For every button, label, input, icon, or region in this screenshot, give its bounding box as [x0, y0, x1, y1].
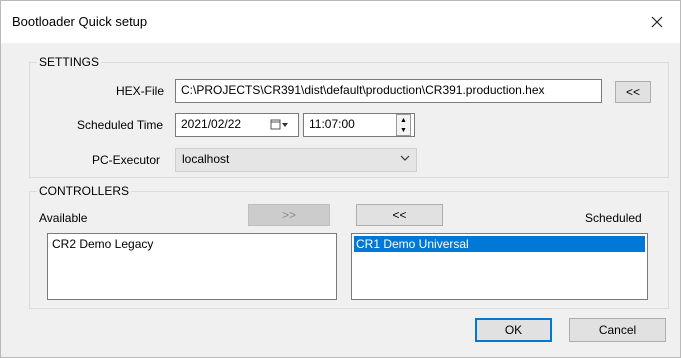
- time-spinner[interactable]: ▲ ▼: [396, 114, 411, 136]
- window-title: Bootloader Quick setup: [12, 14, 148, 29]
- list-item[interactable]: CR2 Demo Legacy: [50, 236, 334, 252]
- browse-hex-button[interactable]: <<: [615, 81, 651, 103]
- hex-file-label: HEX-File: [116, 84, 165, 98]
- scheduled-time-label: Scheduled Time: [77, 118, 164, 132]
- scheduled-list[interactable]: CR1 Demo Universal: [351, 233, 648, 300]
- ok-button[interactable]: OK: [475, 318, 552, 342]
- calendar-dropdown-button[interactable]: [267, 115, 293, 135]
- controllers-group-label: CONTROLLERS: [37, 184, 132, 198]
- calendar-icon: [270, 119, 288, 130]
- hex-file-input[interactable]: C:\PROJECTS\CR391\dist\default\productio…: [175, 79, 602, 103]
- date-value: 2021/02/22: [181, 117, 242, 131]
- pc-executor-select[interactable]: localhost: [175, 148, 417, 172]
- pc-executor-label: PC-Executor: [92, 153, 161, 167]
- title-bar[interactable]: Bootloader Quick setup: [1, 1, 680, 43]
- close-button[interactable]: [634, 1, 680, 43]
- available-label: Available: [39, 211, 88, 225]
- dialog-window: Bootloader Quick setup SETTINGS HEX-File…: [0, 0, 681, 358]
- time-value: 11:07:00: [309, 117, 355, 131]
- settings-group-label: SETTINGS: [37, 55, 102, 69]
- cancel-button[interactable]: Cancel: [569, 318, 666, 342]
- close-icon: [651, 16, 663, 28]
- spin-down-icon[interactable]: ▼: [397, 125, 410, 135]
- move-to-scheduled-button[interactable]: >>: [248, 204, 330, 226]
- scheduled-label: Scheduled: [585, 211, 642, 225]
- spin-up-icon[interactable]: ▲: [397, 115, 410, 125]
- chevron-down-icon: [400, 155, 410, 161]
- list-item[interactable]: CR1 Demo Universal: [354, 236, 645, 252]
- available-list[interactable]: CR2 Demo Legacy: [47, 233, 337, 300]
- pc-executor-value: localhost: [182, 152, 230, 166]
- move-to-available-button[interactable]: <<: [356, 204, 443, 226]
